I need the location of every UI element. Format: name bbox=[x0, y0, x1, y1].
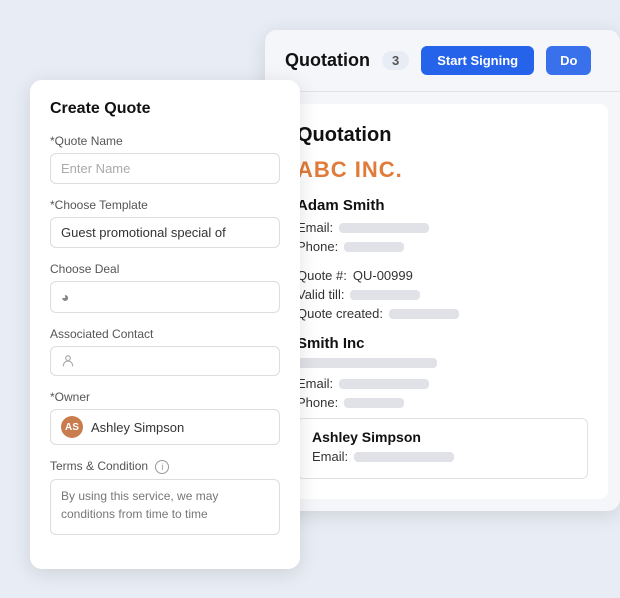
owner-label: *Owner bbox=[50, 390, 280, 404]
choose-deal-group: Choose Deal ◕ bbox=[50, 262, 280, 313]
email-row: Email: bbox=[297, 220, 588, 235]
valid-till-label: Valid till: bbox=[297, 287, 344, 302]
terms-textarea[interactable]: By using this service, we may conditions… bbox=[50, 479, 280, 535]
associated-contact-label: Associated Contact bbox=[50, 327, 280, 341]
quotation-body: Quotation ABC INC. Adam Smith Email: Pho… bbox=[277, 104, 608, 499]
email-label: Email: bbox=[297, 220, 333, 235]
choose-template-value: Guest promotional special of bbox=[61, 225, 226, 240]
company-email-label: Email: bbox=[297, 376, 333, 391]
valid-till-placeholder bbox=[350, 290, 420, 300]
company-name: ABC INC. bbox=[297, 157, 588, 183]
create-quote-panel: Create Quote *Quote Name Enter Name *Cho… bbox=[30, 80, 300, 569]
sub-contact-email-label: Email: bbox=[312, 449, 348, 464]
quote-name-group: *Quote Name Enter Name bbox=[50, 134, 280, 184]
owner-avatar: AS bbox=[61, 416, 83, 438]
quote-number-label: Quote #: bbox=[297, 268, 347, 283]
associated-contact-input[interactable] bbox=[50, 346, 280, 376]
owner-input[interactable]: AS Ashley Simpson bbox=[50, 409, 280, 445]
quote-name-placeholder: Enter Name bbox=[61, 161, 130, 176]
choose-template-group: *Choose Template Guest promotional speci… bbox=[50, 198, 280, 248]
quote-number-value: QU-00999 bbox=[353, 268, 413, 283]
sub-contact-email-row: Email: bbox=[312, 449, 573, 464]
company-phone-row: Phone: bbox=[297, 395, 588, 410]
sub-contact-email-placeholder bbox=[354, 452, 454, 462]
company-phone-label: Phone: bbox=[297, 395, 338, 410]
choose-template-label: *Choose Template bbox=[50, 198, 280, 212]
phone-row: Phone: bbox=[297, 239, 588, 254]
phone-placeholder bbox=[344, 242, 404, 252]
person-icon bbox=[61, 354, 75, 368]
sub-contact-name: Ashley Simpson bbox=[312, 429, 573, 445]
owner-group: *Owner AS Ashley Simpson bbox=[50, 390, 280, 445]
adam-smith-name: Adam Smith bbox=[297, 197, 588, 214]
terms-value: By using this service, we may conditions… bbox=[61, 489, 218, 521]
associated-contact-group: Associated Contact bbox=[50, 327, 280, 376]
quote-name-label: *Quote Name bbox=[50, 134, 280, 148]
quote-name-input[interactable]: Enter Name bbox=[50, 153, 280, 184]
quotation-badge: 3 bbox=[382, 51, 409, 70]
terms-group: Terms & Condition i By using this servic… bbox=[50, 459, 280, 535]
company-email-row: Email: bbox=[297, 376, 588, 391]
quotation-panel: Quotation 3 Start Signing Do Quotation A… bbox=[265, 30, 620, 511]
panel-title: Create Quote bbox=[50, 100, 280, 118]
sub-contact-card: Ashley Simpson Email: bbox=[297, 418, 588, 479]
deal-icon: ◕ bbox=[61, 289, 69, 305]
email-placeholder bbox=[339, 223, 429, 233]
quote-number-row: Quote #: QU-00999 bbox=[297, 268, 588, 283]
company-desc-placeholder bbox=[297, 358, 437, 368]
start-signing-button[interactable]: Start Signing bbox=[421, 46, 534, 75]
company-phone-placeholder bbox=[344, 398, 404, 408]
choose-deal-label: Choose Deal bbox=[50, 262, 280, 276]
owner-name: Ashley Simpson bbox=[91, 420, 184, 435]
phone-label: Phone: bbox=[297, 239, 338, 254]
valid-till-row: Valid till: bbox=[297, 287, 588, 302]
quote-created-label: Quote created: bbox=[297, 306, 383, 321]
choose-template-input[interactable]: Guest promotional special of bbox=[50, 217, 280, 248]
owner-avatar-initials: AS bbox=[65, 422, 79, 433]
terms-label: Terms & Condition i bbox=[50, 459, 280, 474]
do-button[interactable]: Do bbox=[546, 46, 591, 75]
quote-created-row: Quote created: bbox=[297, 306, 588, 321]
company-email-placeholder bbox=[339, 379, 429, 389]
terms-info-icon: i bbox=[155, 460, 169, 474]
quotation-body-title: Quotation bbox=[297, 124, 588, 147]
choose-deal-input[interactable]: ◕ bbox=[50, 281, 280, 313]
quote-created-placeholder bbox=[389, 309, 459, 319]
company-section-title: Smith Inc bbox=[297, 335, 588, 352]
quotation-header-title: Quotation bbox=[285, 50, 370, 71]
quotation-header: Quotation 3 Start Signing Do bbox=[265, 30, 620, 92]
